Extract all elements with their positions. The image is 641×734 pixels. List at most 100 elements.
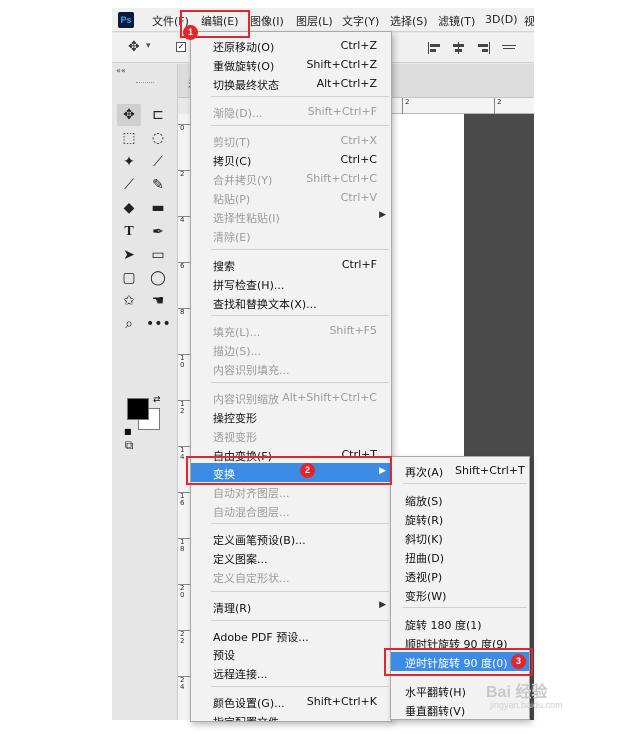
edit-menu-item[interactable]: 搜索 Ctrl+F (191, 255, 391, 274)
pen-tool-icon[interactable]: ✒ (146, 221, 170, 243)
edit-menu-item[interactable]: 拷贝(C) Ctrl+C (191, 150, 391, 169)
marquee-tool-icon[interactable]: ⬚ (117, 127, 141, 149)
chevron-down-icon[interactable]: ▾ (146, 41, 151, 51)
menu-item-label: 拷贝(C) (213, 155, 252, 168)
menu-item-shortcut: Shift+Ctrl+K (306, 695, 377, 708)
edit-menu-dropdown: 还原移动(O) Ctrl+Z 重做旋转(O) Shift+Ctrl+Z 切换最终状态 Al… (190, 31, 392, 722)
menu-item-shortcut: Shift+Ctrl+C (306, 172, 377, 185)
align-right-icon[interactable] (476, 42, 490, 54)
menu-separator (211, 249, 389, 250)
menu-item-label: 自动对齐图层... (213, 487, 290, 500)
foreground-color-swatch[interactable] (127, 398, 149, 420)
auto-select-checkbox[interactable]: ✓ (176, 42, 186, 52)
annotation-badge: 1 (183, 25, 198, 40)
menu-item-shortcut: Shift+Ctrl+F (307, 105, 377, 118)
watermark-logo: Bai 经验 (486, 684, 548, 701)
transform-submenu-item[interactable]: 透视(P) (391, 566, 529, 585)
menu-item-label: Adobe PDF 预设... (213, 631, 309, 644)
brush-tool-icon[interactable]: ✎ (146, 174, 170, 196)
ellipse-tool-icon[interactable]: ◯ (146, 267, 170, 289)
menu-item-label: 定义自定形状... (213, 572, 290, 585)
menu-item-label: 颜色设置(G)... (213, 697, 285, 710)
edit-menu-item[interactable]: 还原移动(O) Ctrl+Z (191, 36, 391, 55)
screen-mode-icon[interactable]: ⧉ (117, 434, 141, 456)
edit-menu-item[interactable]: Adobe PDF 预设... (191, 626, 391, 645)
edit-menu-item[interactable]: 切换最终状态 Alt+Ctrl+Z (191, 74, 391, 93)
transform-submenu-item[interactable]: 扭曲(D) (391, 547, 529, 566)
edit-menu-item[interactable]: 远程连接... (191, 663, 391, 682)
transform-submenu-item[interactable]: 旋转(R) (391, 509, 529, 528)
photoshop-logo-icon: Ps (118, 12, 134, 28)
transform-submenu-item[interactable]: 缩放(S) (391, 490, 529, 509)
panel-grip[interactable] (136, 82, 154, 84)
rounded-rect-tool-icon[interactable]: ▢ (117, 267, 141, 289)
edit-menu-item[interactable]: 重做旋转(O) Shift+Ctrl+Z (191, 55, 391, 74)
edit-menu-item[interactable]: 预设 (191, 644, 391, 663)
menu-item-label: 水平翻转(H) (405, 686, 466, 699)
menu-item-shortcut: Alt+Shift+Ctrl+C (282, 391, 377, 404)
menu-item-label: 重做旋转(O) (213, 60, 275, 73)
lasso-tool-icon[interactable]: ◌ (146, 127, 170, 149)
menu-image[interactable]: 图像(I) (250, 13, 284, 29)
gradient-tool-icon[interactable]: ▬ (146, 197, 170, 219)
artboard-tool-icon[interactable]: ⊏ (146, 104, 170, 126)
zoom-tool-icon[interactable]: ⌕ (117, 313, 141, 335)
custom-shape-tool-icon[interactable]: ✩ (117, 290, 141, 312)
menu-item-shortcut: Ctrl+X (340, 134, 377, 147)
edit-menu-item[interactable]: 定义图案... (191, 548, 391, 567)
edit-menu-item: 内容识别填充... (191, 359, 391, 378)
menu-separator (211, 591, 389, 592)
menu-item-label: 查找和替换文本(X)... (213, 298, 317, 311)
align-top-icon[interactable] (502, 42, 516, 54)
menu-separator (403, 483, 527, 484)
edit-menu-item: 自动混合图层... (191, 501, 391, 520)
menu-item-label: 缩放(S) (405, 495, 443, 508)
swap-colors-icon[interactable]: ⇄ (153, 395, 161, 405)
menu-item-label: 定义图案... (213, 553, 268, 566)
menu-item-label: 粘贴(P) (213, 193, 251, 206)
more-tools-icon[interactable]: ••• (146, 313, 171, 335)
eyedropper-tool-icon[interactable]: ⟋ (117, 174, 141, 196)
edit-menu-item: 渐隐(D)... Shift+Ctrl+F (191, 102, 391, 121)
menu-view[interactable]: 视 (524, 13, 534, 29)
edit-menu-item[interactable]: 查找和替换文本(X)... (191, 293, 391, 312)
transform-submenu-item[interactable]: 变形(W) (391, 585, 529, 604)
eraser-tool-icon[interactable]: ◆ (117, 197, 141, 219)
menu-item-label: 预设 (213, 649, 235, 662)
move-icon[interactable]: ✥ (128, 39, 140, 55)
move-tool-icon[interactable]: ✥ (117, 104, 141, 126)
crop-tool-icon[interactable]: ⟋ (146, 151, 170, 173)
collapse-panel-icon[interactable]: «« (116, 66, 126, 75)
menu-separator (211, 315, 389, 316)
menu-layer[interactable]: 图层(L) (296, 13, 333, 29)
menu-filter[interactable]: 滤镜(T) (438, 13, 475, 29)
edit-menu-item: 透视变形 (191, 426, 391, 445)
menu-item-shortcut: Shift+F5 (329, 324, 377, 337)
transform-submenu-item[interactable]: 斜切(K) (391, 528, 529, 547)
rectangle-tool-icon[interactable]: ▭ (146, 244, 170, 266)
edit-menu-item[interactable]: 颜色设置(G)... Shift+Ctrl+K (191, 692, 391, 711)
edit-menu-item[interactable]: 指定配置文件... (191, 711, 391, 721)
menu-select[interactable]: 选择(S) (390, 13, 428, 29)
edit-menu-item[interactable]: 拼写检查(H)... (191, 274, 391, 293)
menu-type[interactable]: 文字(Y) (342, 13, 379, 29)
transform-submenu-item[interactable]: 旋转 180 度(1) (391, 614, 529, 633)
type-tool-icon[interactable]: T (117, 221, 141, 243)
menu-item-label: 扭曲(D) (405, 552, 445, 565)
transform-submenu-item[interactable]: 再次(A) Shift+Ctrl+T (391, 461, 529, 480)
edit-menu-item[interactable]: 清理(R) ▶ (191, 597, 391, 616)
edit-menu-item: 剪切(T) Ctrl+X (191, 131, 391, 150)
edit-menu-item[interactable]: 操控变形 (191, 407, 391, 426)
magic-wand-tool-icon[interactable]: ✦ (117, 151, 141, 173)
annotation-box-transform (186, 456, 392, 485)
align-left-icon[interactable] (428, 42, 442, 54)
menu-item-label: 再次(A) (405, 466, 444, 479)
align-center-icon[interactable] (452, 42, 466, 54)
path-selection-tool-icon[interactable]: ➤ (117, 244, 141, 266)
menu-item-label: 选择性粘贴(I) (213, 212, 280, 225)
edit-menu-item[interactable]: 定义画笔预设(B)... (191, 529, 391, 548)
menu-item-label: 拼写检查(H)... (213, 279, 285, 292)
menu-3d[interactable]: 3D(D) (485, 13, 518, 26)
menu-separator (211, 686, 389, 687)
hand-tool-icon[interactable]: ☚ (146, 290, 170, 312)
